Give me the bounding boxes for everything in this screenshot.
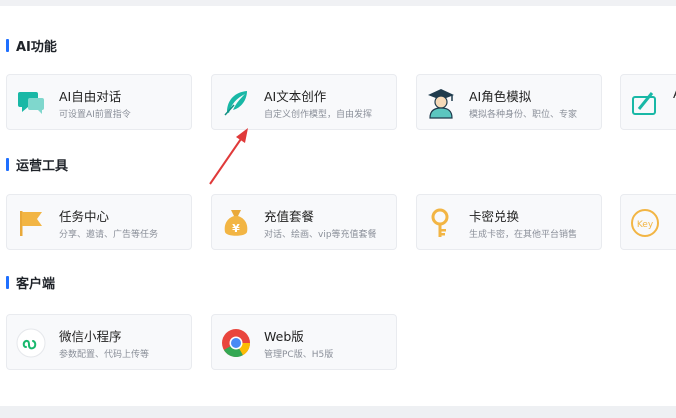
card-desc: 可设置AI前置指令 [59, 110, 131, 120]
card-ai-free-chat[interactable]: AI自由对话 可设置AI前置指令 [6, 74, 192, 130]
bottom-strip [0, 406, 676, 418]
card-title: 任务中心 [59, 209, 110, 224]
section-accent-bar [6, 157, 9, 171]
annotation-arrow [209, 128, 248, 185]
key-badge-icon: Key [629, 207, 661, 239]
card-task-center[interactable]: 任务中心 分享、邀请、广告等任务 [6, 194, 192, 250]
section-title-ai: AI功能 [6, 37, 57, 55]
flag-icon [15, 207, 47, 239]
chrome-icon [220, 327, 252, 359]
card-title: AI文本创作 [264, 89, 327, 104]
section-title-label: 运营工具 [16, 158, 69, 174]
chat-bubble-icon [15, 87, 47, 119]
card-desc: 自定义创作模型，自由发挥 [264, 110, 373, 120]
key-badge-text: Key [637, 220, 654, 230]
card-key-partial[interactable]: Key [620, 194, 676, 250]
card-wechat-mini-program[interactable]: 微信小程序 参数配置、代码上传等 [6, 314, 192, 370]
section-accent-bar [6, 275, 9, 289]
section-title-client: 客户端 [6, 274, 56, 292]
card-desc: 参数配置、代码上传等 [59, 350, 150, 360]
card-desc: 生成卡密，在其他平台销售 [469, 230, 578, 240]
section-title-label: AI功能 [16, 39, 57, 55]
card-ai-text-creation[interactable]: AI文本创作 自定义创作模型，自由发挥 [211, 74, 397, 130]
svg-text:¥: ¥ [232, 222, 240, 235]
card-title: AI自由对话 [59, 89, 122, 104]
card-title: 卡密兑换 [469, 209, 520, 224]
feature-panel: AI功能 AI自由对话 可设置AI前置指令 AI文本创作 自定义创作模型，自由发… [0, 6, 676, 406]
card-ai-painting-partial[interactable]: A [620, 74, 676, 130]
graduate-avatar-icon [425, 87, 457, 119]
key-icon [425, 207, 457, 239]
card-desc: 对话、绘画、vip等充值套餐 [264, 230, 377, 240]
card-desc: 分享、邀请、广告等任务 [59, 230, 159, 240]
painting-icon [629, 87, 661, 119]
mini-program-icon [15, 327, 47, 359]
feather-icon [220, 87, 252, 119]
card-desc: 管理PC版、H5版 [264, 350, 334, 360]
card-card-key-redeem[interactable]: 卡密兑换 生成卡密，在其他平台销售 [416, 194, 602, 250]
card-ai-role-simulation[interactable]: AI角色模拟 模拟各种身份、职位、专家 [416, 74, 602, 130]
card-web-version[interactable]: Web版 管理PC版、H5版 [211, 314, 397, 370]
section-title-operations: 运营工具 [6, 156, 69, 174]
card-title: 微信小程序 [59, 329, 122, 344]
card-desc: 模拟各种身份、职位、专家 [469, 110, 578, 120]
card-title: Web版 [264, 329, 304, 344]
money-bag-icon: ¥ [220, 207, 252, 239]
card-title: AI角色模拟 [469, 89, 532, 104]
section-title-label: 客户端 [16, 276, 56, 292]
card-title: 充值套餐 [264, 209, 315, 224]
section-accent-bar [6, 38, 9, 52]
card-recharge-package[interactable]: ¥ 充值套餐 对话、绘画、vip等充值套餐 [211, 194, 397, 250]
